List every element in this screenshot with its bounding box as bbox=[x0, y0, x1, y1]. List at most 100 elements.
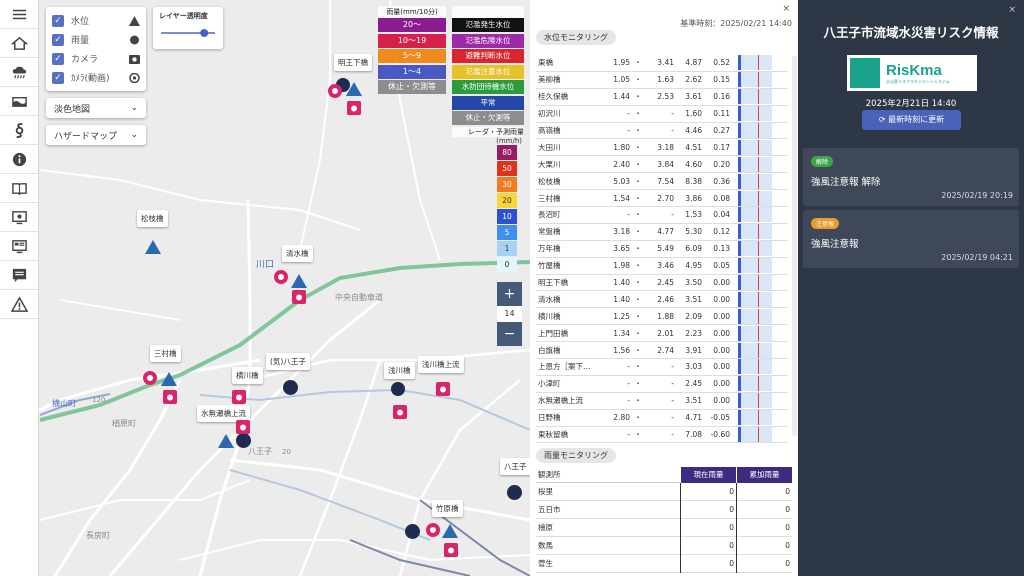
map-label-myoshita-bridge[interactable]: 明王下橋 bbox=[334, 54, 372, 71]
video-camera-icon[interactable] bbox=[143, 371, 157, 385]
table-row[interactable]: 菅生 0 0 bbox=[536, 554, 792, 573]
map-label-asakawa-upstream[interactable]: 浅川橋上流 bbox=[418, 356, 464, 373]
map-label-takehara-bridge[interactable]: 竹原橋 bbox=[432, 500, 463, 517]
cell-d: 2.45 bbox=[685, 379, 702, 389]
map-label-mimura-bridge[interactable]: 三村橋 bbox=[150, 345, 181, 362]
camera-icon[interactable] bbox=[236, 420, 250, 434]
checkbox[interactable]: ✓ bbox=[52, 52, 64, 65]
map-view[interactable]: 川口 中央自動車道 楢原町 横山町 八王子 長房町 120 20 明王下橋 松枝… bbox=[0, 0, 530, 576]
table-row[interactable]: 常盤橋 3.18 ・ 4.77 5.30 0.12 bbox=[536, 224, 788, 241]
table-row[interactable]: 水無瀬橋上流 - ・ -3.51 0.00 bbox=[536, 393, 788, 410]
table-row[interactable]: 横川橋 1.25 ・ 1.88 2.09 0.00 bbox=[536, 308, 788, 326]
camera-icon[interactable] bbox=[347, 101, 361, 115]
level-bar bbox=[738, 224, 772, 240]
book-button[interactable] bbox=[0, 174, 38, 203]
river-button[interactable] bbox=[0, 87, 38, 116]
message-button[interactable] bbox=[0, 261, 38, 290]
map-label-hachioji[interactable]: 八王子 bbox=[500, 458, 530, 475]
table-row[interactable]: 小津町 - ・ -2.45 0.00 bbox=[536, 376, 788, 393]
close-icon[interactable]: × bbox=[782, 4, 790, 14]
zoom-out-button[interactable]: − bbox=[497, 322, 522, 346]
table-scrollbar[interactable] bbox=[792, 56, 797, 436]
layer-camera[interactable]: ✓ カメラ bbox=[52, 49, 140, 68]
camera-icon[interactable] bbox=[292, 290, 306, 304]
alert-card[interactable]: 注意報 強風注意報 2025/02/19 04:21 bbox=[803, 210, 1019, 268]
layer-rain[interactable]: ✓ 雨量 bbox=[52, 30, 140, 49]
rain-marker[interactable] bbox=[507, 485, 522, 500]
map-label-hachioji-weather[interactable]: (気)八王子 bbox=[266, 353, 310, 370]
table-row[interactable]: 初沢川 - ・ -1.60 0.11 bbox=[536, 106, 788, 123]
info-button[interactable] bbox=[0, 145, 38, 174]
map-label-shimizu-bridge[interactable]: 清水橋 bbox=[282, 245, 313, 262]
table-row[interactable]: 大田川 1.80 ・ 3.18 4.51 0.17 bbox=[536, 139, 788, 157]
table-row[interactable]: 竹屋橋 1.98 ・ 3.46 4.95 0.05 bbox=[536, 258, 788, 275]
basemap-select[interactable]: 淡色地図 ⌄ bbox=[46, 98, 146, 118]
layer-label: 雨量 bbox=[71, 36, 90, 46]
camera-icon[interactable] bbox=[232, 390, 246, 404]
table-row[interactable]: 松枝橋 5.03 ・ 7.54 8.38 0.36 bbox=[536, 173, 788, 191]
cell-d: 8.38 bbox=[685, 176, 702, 186]
camera-icon[interactable] bbox=[163, 390, 177, 404]
table-row[interactable]: 白旗橋 1.56 ・ 2.74 3.91 0.00 bbox=[536, 342, 788, 360]
map-label-matsueda-bridge[interactable]: 松枝橋 bbox=[137, 210, 168, 227]
layer-video[interactable]: ✓ ｶﾒﾗ(動画) bbox=[52, 68, 140, 87]
table-row[interactable]: 大栗川 2.40 ・ 3.84 4.60 0.20 bbox=[536, 156, 788, 174]
rain-marker[interactable] bbox=[283, 380, 298, 395]
table-row[interactable]: 長沼町 - ・ -1.53 0.04 bbox=[536, 207, 788, 224]
checkbox[interactable]: ✓ bbox=[52, 33, 64, 46]
home-button[interactable] bbox=[0, 29, 38, 58]
table-row[interactable]: 数馬 0 0 bbox=[536, 536, 792, 555]
water-level-marker[interactable] bbox=[442, 524, 458, 538]
water-level-marker[interactable] bbox=[218, 434, 234, 448]
table-row[interactable]: 檜原 0 0 bbox=[536, 518, 792, 537]
camera-icon[interactable] bbox=[436, 382, 450, 396]
opacity-slider[interactable] bbox=[159, 25, 217, 41]
map-label-asakawa-bridge[interactable]: 浅川橋 bbox=[384, 362, 415, 379]
warning-button[interactable] bbox=[0, 290, 38, 319]
hazard-select[interactable]: ハザードマップ ⌄ bbox=[46, 125, 146, 145]
level-bar bbox=[738, 376, 772, 392]
cell-b: ・ bbox=[634, 328, 642, 338]
rain-marker[interactable] bbox=[405, 524, 420, 539]
water-level-marker[interactable] bbox=[145, 240, 161, 254]
camera-icon[interactable] bbox=[444, 543, 458, 557]
close-icon[interactable]: × bbox=[1008, 5, 1016, 15]
table-row[interactable]: 上恩方［案下… - ・ -3.03 0.00 bbox=[536, 359, 788, 376]
typhoon-button[interactable] bbox=[0, 116, 38, 145]
table-row[interactable]: 明王下橋 1.40 ・ 2.45 3.50 0.00 bbox=[536, 275, 788, 292]
camera-icon[interactable] bbox=[393, 405, 407, 419]
rain-marker[interactable] bbox=[391, 382, 405, 396]
table-row[interactable]: 日野橋 2.80 ・ - 4.71 -0.05 bbox=[536, 410, 788, 427]
cell-b: ・ bbox=[634, 210, 642, 220]
cell-c: 3.84 bbox=[657, 159, 674, 169]
zoom-in-button[interactable]: + bbox=[497, 282, 522, 306]
video-camera-icon[interactable] bbox=[328, 84, 342, 98]
table-row[interactable]: 東橋 1.95 ・ 3.41 4.87 0.52 bbox=[536, 55, 788, 72]
video-camera-icon[interactable] bbox=[426, 523, 440, 537]
refresh-button[interactable]: ⟳ 最新時刻に更新 bbox=[862, 110, 961, 130]
water-level-marker[interactable] bbox=[161, 372, 177, 386]
cell-c: 1.88 bbox=[657, 311, 674, 321]
table-row[interactable]: 桜里 0 0 bbox=[536, 482, 792, 501]
table-row[interactable]: 三村橋 1.54 ・ 2.70 3.86 0.08 bbox=[536, 190, 788, 208]
table-row[interactable]: 上門田橋 1.34 ・ 2.01 2.23 0.00 bbox=[536, 325, 788, 343]
rain-marker[interactable] bbox=[236, 433, 251, 448]
video-camera-icon[interactable] bbox=[274, 270, 288, 284]
table-row[interactable]: 美柳橋 1.05 ・ 1.63 2.62 0.15 bbox=[536, 72, 788, 89]
rain-button[interactable] bbox=[0, 58, 38, 87]
table-row[interactable]: 東秋留橋 - ・ -7.08 -0.60 bbox=[536, 427, 788, 444]
table-row[interactable]: 五日市 0 0 bbox=[536, 500, 792, 519]
dashboard-button[interactable] bbox=[0, 232, 38, 261]
layer-water-level[interactable]: ✓ 水位 bbox=[52, 11, 140, 30]
table-row[interactable]: 清水橋 1.40 ・ 2.46 3.51 0.00 bbox=[536, 291, 788, 309]
alert-card[interactable]: 解除 強風注意報 解除 2025/02/19 20:19 bbox=[803, 148, 1019, 206]
monitor-button[interactable] bbox=[0, 203, 38, 232]
table-row[interactable]: 桂久保橋 1.44 ・ 2.53 3.61 0.16 bbox=[536, 89, 788, 106]
table-row[interactable]: 万年橋 3.65 ・ 5.49 6.09 0.13 bbox=[536, 241, 788, 258]
water-level-marker[interactable] bbox=[291, 274, 307, 288]
checkbox[interactable]: ✓ bbox=[52, 71, 64, 84]
checkbox[interactable]: ✓ bbox=[52, 14, 64, 27]
menu-button[interactable] bbox=[0, 0, 38, 29]
map-label-yokokawa-bridge[interactable]: 横川橋 bbox=[232, 367, 263, 384]
table-row[interactable]: 高嶺橋 - ・ -4.46 0.27 bbox=[536, 123, 788, 140]
